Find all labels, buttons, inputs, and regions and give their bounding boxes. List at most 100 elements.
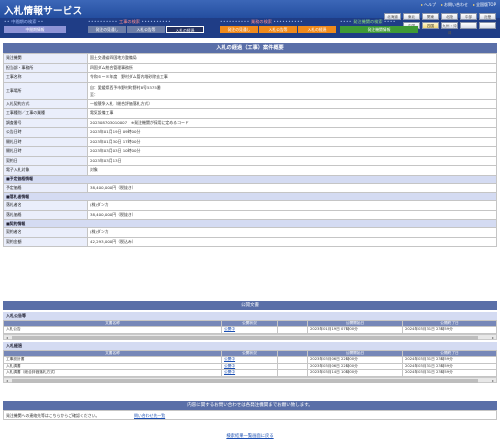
row-value: 一般競争入札（総合評価落札方式） bbox=[87, 98, 497, 109]
section-heading: ■予定価格情報 bbox=[3, 174, 497, 184]
construction-search-group: •••••••••• 工事の検索 •••••••••• 発注の見通し 入札公告等… bbox=[88, 19, 204, 33]
app-title[interactable]: 入札情報サービス bbox=[4, 3, 82, 17]
region-shikoku-button[interactable]: 四国 bbox=[422, 22, 439, 29]
notice-documents-table: 文書名称 公開状況 公開開始日 公開終了日 入札公告 公開中 2023年01月1… bbox=[3, 320, 497, 334]
row-label: 工事名称 bbox=[3, 72, 88, 83]
row-label: 発注機関 bbox=[3, 53, 88, 64]
detail-row: 電子入札対象 対象 bbox=[3, 165, 497, 176]
row-label: 工事種別／工事の業種 bbox=[3, 108, 88, 119]
service-notice-button[interactable]: 入札公告等 bbox=[259, 26, 297, 33]
section-heading: ■契約情報 bbox=[3, 219, 497, 228]
document-end: 2024年03月31日 23時59分 bbox=[402, 326, 497, 334]
group-title: •••• 発注機関の検索 •••• bbox=[340, 19, 396, 24]
row-label: 入札契約方式 bbox=[3, 98, 88, 109]
detail-row: 調査番号 202308703010007 ※発注機関が採用に定めるコード bbox=[3, 117, 497, 128]
utility-links: ヘルプ お問い合わせ 全国版TOP bbox=[421, 2, 496, 8]
section-title: ■契約情報 bbox=[3, 219, 497, 228]
scroll-right-icon[interactable]: ▸ bbox=[492, 335, 494, 340]
contact-row: 発注機関への連絡先等はこちらからご確認ください。 問い合わせ先一覧 bbox=[3, 410, 497, 420]
region-blank-button[interactable] bbox=[479, 22, 496, 29]
group-title: •••••••••• 工事の検索 •••••••••• bbox=[88, 19, 172, 24]
contact-text: 発注機関への連絡先等はこちらからご確認ください。 bbox=[6, 413, 100, 418]
progress-documents-table: 文書名称 公開状況 公開開始日 公開終了日 工事設計書 公開中 2023年03月… bbox=[3, 350, 497, 377]
construction-progress-button[interactable]: 入札の経過 bbox=[166, 26, 204, 33]
detail-row: 落札者名 (株)ダンカ bbox=[3, 200, 497, 211]
construction-notice-button[interactable]: 入札公告等 bbox=[127, 26, 165, 33]
interim-search-group: •• 中間期の検索 •• 中間期情報 bbox=[4, 19, 66, 33]
service-outlook-button[interactable]: 発注の見通し bbox=[220, 26, 258, 33]
detail-row: 契約日 2023年03月13日 bbox=[3, 155, 497, 166]
row-value: (株)ダンカ bbox=[87, 200, 497, 211]
help-link[interactable]: ヘルプ bbox=[421, 2, 436, 8]
detail-row: 工事名称 令和６ー８年度 野村ダム管内堆砂除去工事 bbox=[3, 72, 497, 83]
row-value: 202308703010007 ※発注機関が採用に定めるコード bbox=[87, 117, 497, 128]
region-blank-button[interactable] bbox=[460, 22, 477, 29]
row-value: 42,293,000円（税込み） bbox=[87, 236, 497, 247]
region-kanto-button[interactable]: 関東 bbox=[422, 13, 439, 20]
row-label: 契約者名 bbox=[3, 227, 88, 238]
row-label: 工事場所 bbox=[3, 81, 88, 100]
horizontal-scrollbar[interactable]: ◂ ▸ bbox=[3, 334, 497, 340]
scroll-left-icon[interactable]: ◂ bbox=[6, 335, 8, 340]
document-start: 2023年01月19日 07時00分 bbox=[307, 326, 403, 334]
scroll-right-icon[interactable]: ▸ bbox=[492, 378, 494, 383]
row-value: 38,400,000円（税抜き） bbox=[87, 209, 497, 220]
national-top-link[interactable]: 全国版TOP bbox=[473, 2, 496, 8]
progress-subsection-heading: 入札経過 bbox=[3, 342, 497, 350]
detail-row: 工事種別／工事の業種 電気設備工事 bbox=[3, 108, 497, 119]
document-link[interactable]: 公開中 bbox=[221, 369, 278, 377]
row-value: 対象 bbox=[87, 165, 497, 176]
row-value: 自：愛媛県西予市野村町野村8号5375番 至： bbox=[87, 81, 497, 100]
service-search-group: •••••••••• 業務の検索 •••••••••• 発注の見通し 入札公告等… bbox=[220, 19, 336, 33]
document-name: 入札公告 bbox=[3, 326, 222, 334]
detail-row: 工事場所 自：愛媛県西予市野村町野村8号5375番 至： bbox=[3, 81, 497, 100]
row-value: 電気設備工事 bbox=[87, 108, 497, 119]
detail-row: 開札日時 2023年03月03日 10時00分 bbox=[3, 146, 497, 157]
row-label: 契約金額 bbox=[3, 236, 88, 247]
horizontal-scrollbar[interactable]: ◂ ▸ bbox=[3, 377, 497, 383]
detail-title: 入札の経過（工事）案件概要 bbox=[3, 43, 497, 53]
row-value: 国土交通省四国地方整備局 bbox=[87, 53, 497, 64]
row-value: 38,400,000円（税抜き） bbox=[87, 182, 497, 193]
detail-row: 落札価格 38,400,000円（税抜き） bbox=[3, 209, 497, 220]
group-title: •• 中間期の検索 •• bbox=[4, 19, 44, 24]
back-to-results-link[interactable]: 検索結果一覧画面に戻る bbox=[0, 433, 500, 439]
document-end: 2024年03月31日 23時59分 bbox=[402, 369, 497, 377]
detail-row: 公告日時 2023年01月19日 09時00分 bbox=[3, 127, 497, 138]
row-value: 2023年01月19日 09時00分 bbox=[87, 127, 497, 138]
row-label: 予定価格 bbox=[3, 182, 88, 193]
region-hokuriku-button[interactable]: 北陸 bbox=[441, 13, 458, 20]
contact-link[interactable]: お問い合わせ bbox=[441, 2, 468, 8]
group-title: •••••••••• 業務の検索 •••••••••• bbox=[220, 19, 304, 24]
document-start: 2023年03月14日 10時00分 bbox=[307, 369, 403, 377]
row-value: 令和６ー８年度 野村ダム管内堆砂除去工事 bbox=[87, 72, 497, 83]
scroll-left-icon[interactable]: ◂ bbox=[6, 378, 8, 383]
contact-title: 内容に関するお問い合わせは各発注機関までお願い致します。 bbox=[3, 401, 497, 410]
row-label: 落札価格 bbox=[3, 209, 88, 220]
detail-row: 発注機関 国土交通省四国地方整備局 bbox=[3, 53, 497, 64]
scrollbar-thumb[interactable] bbox=[12, 336, 478, 340]
document-status bbox=[277, 369, 308, 377]
scrollbar-thumb[interactable] bbox=[12, 379, 478, 383]
section-heading: ■落札者情報 bbox=[3, 192, 497, 201]
region-kinki-button[interactable]: 近畿 bbox=[479, 13, 496, 20]
document-link[interactable]: 公開中 bbox=[221, 326, 278, 334]
detail-row: 契約金額 42,293,000円（税込み） bbox=[3, 236, 497, 247]
row-label: 開札日時 bbox=[3, 146, 88, 157]
row-label: 担当部・事務所 bbox=[3, 62, 88, 73]
row-value: (株)ダンカ bbox=[87, 227, 497, 238]
row-label: 電子入札対象 bbox=[3, 165, 88, 176]
construction-outlook-button[interactable]: 発注の見通し bbox=[88, 26, 126, 33]
document-name: 入札調書（総合評価落札方式） bbox=[3, 369, 222, 377]
service-progress-button[interactable]: 入札の経過 bbox=[298, 26, 336, 33]
row-label: 契約日 bbox=[3, 155, 88, 166]
inquiry-list-link[interactable]: 問い合わせ先一覧 bbox=[134, 411, 165, 421]
region-chubu-button[interactable]: 中部 bbox=[460, 13, 477, 20]
row-value: 2023年03月03日 10時00分 bbox=[87, 146, 497, 157]
detail-table: 発注機関 国土交通省四国地方整備局 担当部・事務所 四国ダム統合管理事務所 工事名称… bbox=[3, 53, 497, 247]
detail-row: 予定価格 38,400,000円（税抜き） bbox=[3, 182, 497, 193]
agency-info-button[interactable]: 発注機関情報 bbox=[340, 26, 418, 33]
region-kyushu-button[interactable]: 九州・沖縄 bbox=[441, 22, 458, 35]
detail-row: 契約者名 (株)ダンカ bbox=[3, 227, 497, 238]
interim-info-button[interactable]: 中間期情報 bbox=[4, 26, 66, 33]
